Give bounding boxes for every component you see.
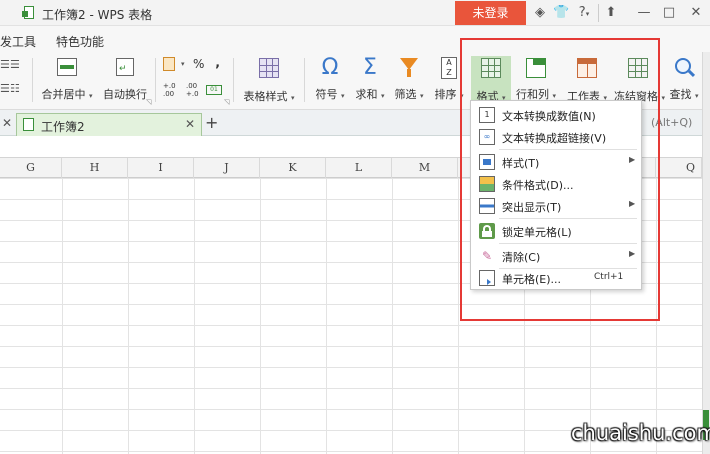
magnifier-icon (672, 56, 696, 80)
wps-spreadsheet-logo-icon (22, 6, 34, 20)
funnel-icon (397, 56, 421, 80)
skin-icon[interactable]: ◈ (532, 5, 548, 21)
decrease-decimal-button[interactable]: .00 +.0 (186, 82, 199, 98)
minimize-icon[interactable]: — (636, 5, 652, 21)
login-button[interactable]: 未登录 (455, 1, 526, 25)
menu-dev-tools[interactable]: 发工具 (0, 33, 36, 50)
percent-style-button[interactable]: % (193, 57, 204, 71)
column-header-l[interactable]: L (326, 158, 392, 178)
column-header-j[interactable]: J (194, 158, 260, 178)
number-dialog-launcher-icon[interactable]: ◹ (224, 98, 229, 106)
align-left-icon[interactable]: ☰ (0, 58, 10, 71)
title-bar: 工作簿2 - WPS 表格 未登录 ◈ 👕 ?▾ ⬆ — □ ✕ (0, 0, 710, 26)
restore-top-icon[interactable]: ⬆ (603, 5, 619, 21)
column-header-q[interactable]: Q (656, 158, 702, 178)
column-header-k[interactable]: K (260, 158, 326, 178)
table-style-label: 表格样式 (243, 90, 288, 103)
table-style-icon (257, 58, 281, 82)
window-title: 工作簿2 - WPS 表格 (42, 8, 153, 22)
highlight-annotation-box (460, 38, 660, 321)
menu-special-features[interactable]: 特色功能 (56, 33, 104, 50)
sort-az-icon: AZ (437, 56, 461, 80)
align-right-icon[interactable]: ☰ (10, 58, 20, 71)
merge-center-icon (55, 56, 79, 80)
alignment-dialog-launcher-icon[interactable]: ◹ (146, 98, 151, 106)
wrap-text-icon: ↵ (113, 56, 137, 80)
number-format-icon[interactable]: 01 (206, 85, 222, 95)
increase-decimal-button[interactable]: +.0 .00 (163, 82, 176, 98)
find-button[interactable]: 查找 ▾ (666, 56, 702, 102)
symbol-label: 符号 (315, 88, 338, 101)
spreadsheet-file-icon (23, 118, 34, 131)
column-header-h[interactable]: H (62, 158, 128, 178)
sum-label: 求和 (355, 88, 378, 101)
wrap-text-button[interactable]: ↵ 自动换行 (101, 56, 149, 102)
sigma-icon: Σ (363, 55, 377, 80)
help-button[interactable]: ?▾ (573, 5, 595, 21)
tab-label: 工作簿2 (41, 120, 85, 134)
column-header-m[interactable]: M (392, 158, 458, 178)
symbol-button[interactable]: Ω 符号 ▾ (312, 56, 348, 102)
indent-icon[interactable]: ☰ (0, 82, 10, 95)
merge-center-label: 合并居中 (41, 88, 86, 101)
column-header-g[interactable]: G (0, 158, 62, 178)
add-tab-icon[interactable]: + (205, 113, 218, 132)
table-style-button[interactable]: 表格样式 ▾ (240, 56, 298, 104)
comma-style-button[interactable]: ‚ (215, 56, 220, 71)
shirt-icon[interactable]: 👕 (553, 5, 569, 21)
find-label: 查找 (669, 88, 692, 101)
filter-button[interactable]: 筛选 ▾ (391, 56, 427, 102)
close-icon[interactable]: ✕ (185, 117, 195, 131)
outdent-icon[interactable]: ☷ (10, 82, 20, 95)
merge-center-button[interactable]: 合并居中 ▾ (38, 56, 96, 102)
column-header-i[interactable]: I (128, 158, 194, 178)
close-icon[interactable]: ✕ (688, 5, 704, 21)
sort-label: 排序 (434, 88, 457, 101)
vertical-scrollbar[interactable] (702, 52, 710, 454)
watermark-text: chuaishu.com (571, 421, 710, 445)
currency-dropdown-icon[interactable]: ▾ (181, 60, 185, 68)
filter-label: 筛选 (394, 88, 417, 101)
maximize-icon[interactable]: □ (661, 5, 677, 21)
omega-icon: Ω (321, 55, 339, 80)
currency-format-icon[interactable] (163, 57, 183, 73)
close-icon[interactable]: ✕ (2, 116, 12, 130)
tab-workbook2[interactable]: 工作簿2 ✕ (16, 113, 202, 136)
help-icon: ? (578, 5, 586, 20)
sum-button[interactable]: Σ 求和 ▾ (352, 56, 388, 102)
wrap-text-label: 自动换行 (103, 88, 147, 101)
